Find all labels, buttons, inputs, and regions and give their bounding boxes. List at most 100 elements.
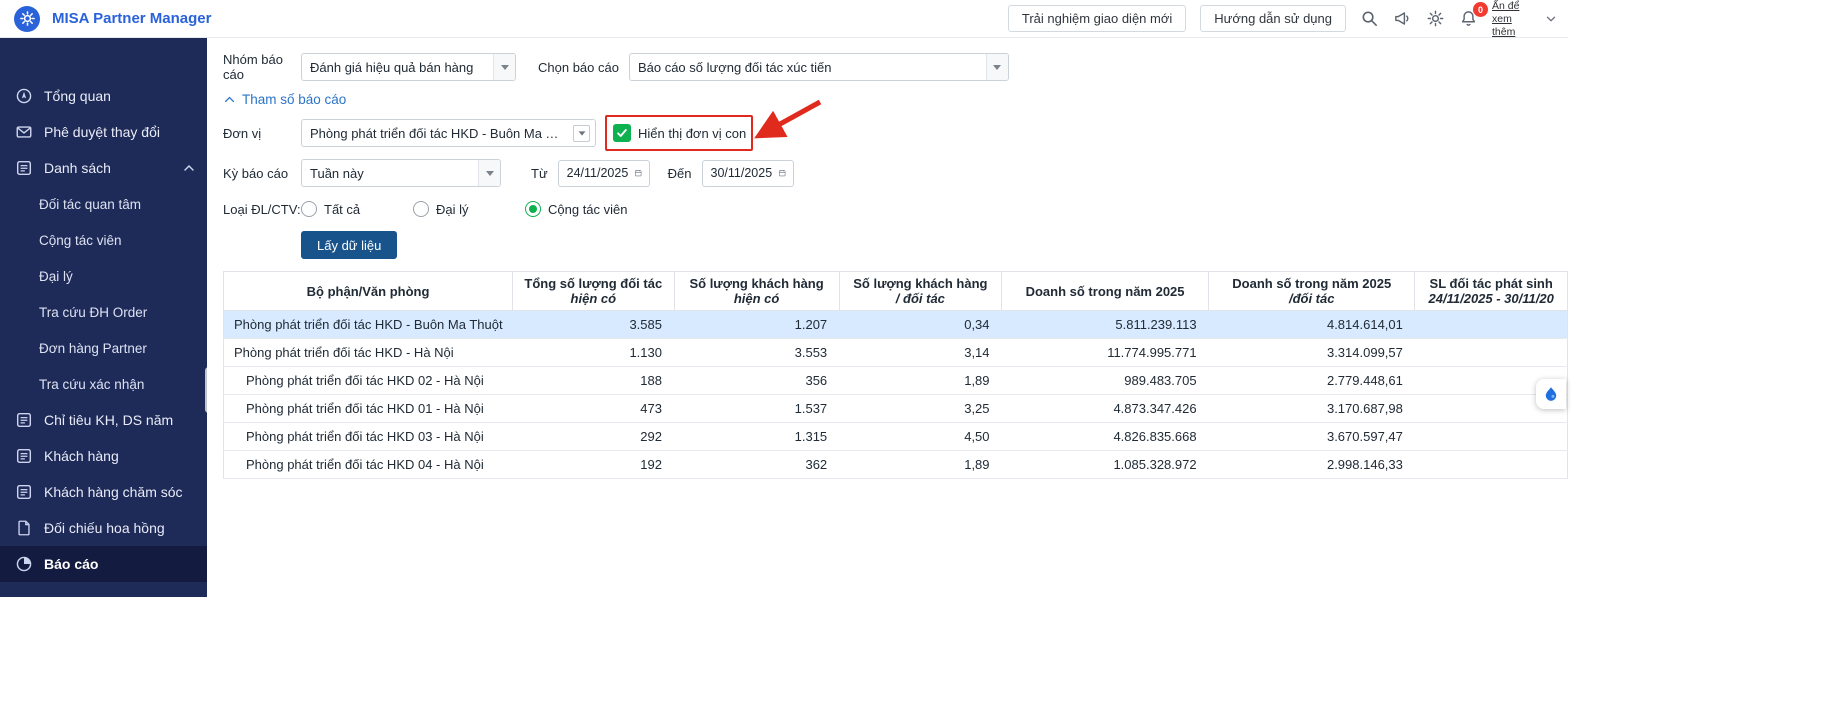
value-cell bbox=[1414, 338, 1568, 367]
column-header[interactable]: SL đối tác phát sinh 24/11/2025 - 30/11/2… bbox=[1414, 271, 1568, 311]
get-data-button[interactable]: Lấy dữ liệu bbox=[301, 231, 398, 259]
column-header[interactable]: Doanh số trong năm 2025 bbox=[1001, 271, 1210, 311]
radio-option[interactable]: Tất cả bbox=[301, 201, 413, 217]
value-cell: 1,89 bbox=[839, 366, 1002, 395]
app-window: MISA Partner Manager Trải nghiệm giao di… bbox=[0, 0, 1568, 597]
radio-option-label: Cộng tác viên bbox=[548, 201, 628, 217]
try-new-ui-button[interactable]: Trải nghiệm giao diện mới bbox=[1007, 5, 1187, 32]
radio-circle-icon bbox=[413, 201, 429, 217]
value-cell bbox=[1414, 310, 1568, 339]
sidebar-item-label: Tổng quan bbox=[44, 88, 111, 104]
sidebar-item[interactable]: Khách hàng bbox=[0, 438, 207, 474]
list-icon bbox=[15, 447, 33, 465]
value-cell: 3,14 bbox=[839, 338, 1002, 367]
to-date-input[interactable]: 30/11/2025 bbox=[701, 159, 794, 187]
value-cell: 4,50 bbox=[839, 422, 1002, 451]
department-cell: Phòng phát triển đối tác HKD 02 - Hà Nội bbox=[223, 366, 513, 395]
department-cell: Phòng phát triển đối tác HKD 03 - Hà Nội bbox=[223, 422, 513, 451]
value-cell: 1.130 bbox=[512, 338, 674, 367]
user-guide-button[interactable]: Hướng dẫn sử dụng bbox=[1200, 5, 1346, 32]
app-title: MISA Partner Manager bbox=[52, 10, 212, 27]
value-cell: 4.814.614,01 bbox=[1208, 310, 1415, 339]
value-cell: 188 bbox=[512, 366, 674, 395]
to-label: Đến bbox=[667, 165, 692, 181]
sidebar-item-label: Chỉ tiêu KH, DS năm bbox=[44, 412, 174, 428]
sidebar-subitem[interactable]: Đại lý bbox=[0, 258, 207, 294]
value-cell: 4.826.835.668 bbox=[1001, 422, 1209, 451]
column-header[interactable]: Số lượng khách hàng / đối tác bbox=[838, 271, 1003, 311]
search-icon[interactable] bbox=[1360, 9, 1379, 28]
value-cell: 3.670.597,47 bbox=[1208, 422, 1415, 451]
envelope-icon bbox=[15, 123, 33, 141]
sidebar-subitem[interactable]: Cộng tác viên bbox=[0, 222, 207, 258]
table-row[interactable]: Phòng phát triển đối tác HKD - Buôn Ma T… bbox=[223, 310, 1568, 339]
report-name-select[interactable]: Báo cáo số lượng đối tác xúc tiến bbox=[628, 53, 1009, 81]
chevron-down-icon[interactable] bbox=[573, 124, 590, 142]
report-group-select[interactable]: Đánh giá hiệu quả bán hàng bbox=[301, 53, 516, 81]
report-group-label: Nhóm báo cáo bbox=[223, 52, 283, 82]
chevron-up-icon bbox=[224, 96, 235, 103]
sidebar-item[interactable]: Báo cáo bbox=[0, 546, 207, 582]
value-cell: 3.314.099,57 bbox=[1208, 338, 1415, 367]
sidebar-item-label: Danh sách bbox=[44, 160, 111, 176]
table-head: Bộ phận/Văn phòng Tổng số lượng đối tác hi… bbox=[222, 271, 1568, 311]
value-cell: 1.085.328.972 bbox=[1001, 450, 1209, 479]
sidebar-item-label: Phê duyệt thay đổi bbox=[44, 124, 160, 140]
value-cell: 5.811.239.113 bbox=[1001, 310, 1209, 339]
value-cell: 1.207 bbox=[674, 310, 840, 339]
sidebar-item[interactable]: Tổng quan bbox=[0, 78, 207, 114]
table-row[interactable]: Phòng phát triển đối tác HKD - Hà Nội 1.1… bbox=[223, 338, 1568, 367]
megaphone-icon[interactable] bbox=[1393, 9, 1412, 28]
sidebar-item[interactable]: Khách hàng chăm sóc bbox=[0, 474, 207, 510]
list-icon bbox=[15, 159, 33, 177]
from-label: Từ bbox=[531, 165, 548, 181]
sidebar-item[interactable]: Đối chiếu hoa hồng bbox=[0, 510, 207, 546]
column-header[interactable]: Bộ phận/Văn phòng bbox=[222, 271, 514, 311]
table-row[interactable]: Phòng phát triển đối tác HKD 03 - Hà Nội… bbox=[223, 422, 1568, 451]
overview-icon bbox=[15, 87, 33, 105]
report-params-toggle[interactable]: Tham số báo cáo bbox=[223, 92, 346, 107]
sidebar-subitem[interactable]: Đơn hàng Partner bbox=[0, 330, 207, 366]
value-cell: 11.774.995.771 bbox=[1001, 338, 1209, 367]
sidebar-subitem[interactable]: Tra cứu xác nhận bbox=[0, 366, 207, 402]
value-cell: 989.483.705 bbox=[1001, 366, 1209, 395]
radio-circle-icon bbox=[525, 201, 541, 217]
from-date-input[interactable]: 24/11/2025 bbox=[557, 159, 650, 187]
chevron-up-icon[interactable] bbox=[181, 160, 197, 176]
bell-icon[interactable]: 0 bbox=[1459, 2, 1488, 28]
misa-logo[interactable] bbox=[14, 5, 40, 32]
column-header[interactable]: Số lượng khách hàng hiện có bbox=[673, 271, 840, 311]
show-child-units-label[interactable]: Hiển thị đơn vị con bbox=[638, 126, 746, 141]
sidebar: Tổng quan Phê duyệt thay đổi Danh sách Đối … bbox=[0, 38, 207, 597]
sidebar-menu: Tổng quan Phê duyệt thay đổi Danh sách Đối … bbox=[0, 38, 207, 582]
radio-option[interactable]: Đại lý bbox=[413, 201, 525, 217]
sidebar-item[interactable]: Chỉ tiêu KH, DS năm bbox=[0, 402, 207, 438]
sidebar-subitem[interactable]: Đối tác quan tâm bbox=[0, 186, 207, 222]
value-cell: 4.873.347.426 bbox=[1001, 394, 1209, 423]
radio-option[interactable]: Cộng tác viên bbox=[525, 201, 628, 217]
table-row[interactable]: Phòng phát triển đối tác HKD 04 - Hà Nội… bbox=[223, 450, 1568, 479]
sidebar-subitem[interactable]: Tra cứu ĐH Order bbox=[0, 294, 207, 330]
chevron-down-icon[interactable] bbox=[1544, 12, 1558, 26]
sidebar-item-label: Khách hàng chăm sóc bbox=[44, 484, 183, 500]
value-cell: 292 bbox=[512, 422, 674, 451]
sidebar-item[interactable]: Phê duyệt thay đổi bbox=[0, 114, 207, 150]
period-select[interactable]: Tuần này bbox=[301, 159, 501, 187]
show-child-units-checkbox[interactable] bbox=[613, 124, 631, 142]
department-cell: Phòng phát triển đối tác HKD 01 - Hà Nội bbox=[223, 394, 513, 423]
misa-support-icon bbox=[1545, 387, 1557, 401]
column-header[interactable]: Doanh số trong năm 2025/đối tác bbox=[1208, 271, 1416, 311]
avatar-alt-text[interactable]: Ấn để xem thêm bbox=[1492, 0, 1530, 38]
table-row[interactable]: Phòng phát triển đối tác HKD 02 - Hà Nội… bbox=[223, 366, 1568, 395]
sidebar-item[interactable]: Danh sách bbox=[0, 150, 207, 186]
column-header[interactable]: Tổng số lượng đối tác hiện có bbox=[512, 271, 675, 311]
department-cell: Phòng phát triển đối tác HKD 04 - Hà Nội bbox=[223, 450, 513, 479]
unit-combobox[interactable]: Phòng phát triển đối tác HKD - Buôn Ma T… bbox=[301, 119, 596, 147]
table-body: Phòng phát triển đối tác HKD - Buôn Ma T… bbox=[223, 310, 1568, 479]
table-row[interactable]: Phòng phát triển đối tác HKD 01 - Hà Nội… bbox=[223, 394, 1568, 423]
settings-gear-icon[interactable] bbox=[1426, 9, 1445, 28]
value-cell: 362 bbox=[674, 450, 840, 479]
support-widget-button[interactable] bbox=[1536, 379, 1566, 409]
calendar-icon bbox=[635, 169, 642, 177]
value-cell: 356 bbox=[674, 366, 840, 395]
